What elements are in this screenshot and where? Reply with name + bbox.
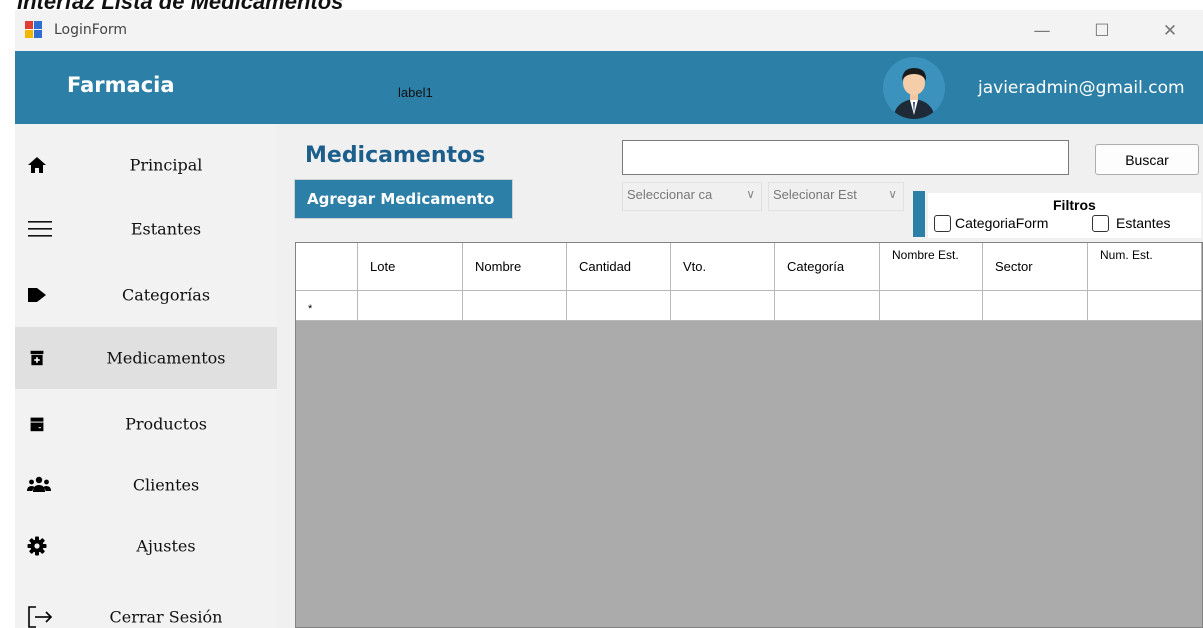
minimize-button[interactable]: — — [1019, 10, 1065, 51]
filters-panel: Filtros CategoriaForm Estantes — [928, 193, 1201, 238]
filters-title: Filtros — [1053, 197, 1096, 213]
category-select[interactable]: Seleccionar ca ∨ — [622, 182, 762, 211]
app-icon — [25, 21, 43, 39]
table-cell[interactable] — [671, 291, 775, 321]
sidebar-item-label: Categorías — [121, 285, 211, 305]
page-title: Medicamentos — [305, 143, 486, 168]
sidebar-item-medicamentos[interactable]: Medicamentos — [15, 327, 277, 389]
app-header: Farmacia label1 javieradmin@gmail.com — [15, 51, 1203, 124]
estantes-label: Estantes — [1116, 215, 1171, 231]
column-header[interactable]: Sector — [983, 243, 1088, 291]
sidebar-item-label: Clientes — [132, 475, 200, 495]
sidebar-item-label: Principal — [129, 155, 203, 175]
search-input[interactable] — [622, 140, 1069, 175]
table-cell[interactable] — [1088, 291, 1202, 321]
header-label: label1 — [398, 85, 433, 100]
user-avatar-icon — [893, 68, 935, 119]
table-cell[interactable] — [358, 291, 463, 321]
column-header[interactable]: Lote — [358, 243, 463, 291]
add-medicine-button[interactable]: Agregar Medicamento — [294, 179, 513, 219]
column-header[interactable]: Cantidad — [567, 243, 671, 291]
categoria-form-label: CategoriaForm — [955, 215, 1049, 231]
close-button[interactable]: ✕ — [1147, 10, 1193, 51]
search-button[interactable]: Buscar — [1095, 144, 1199, 175]
avatar — [883, 57, 945, 119]
sidebar-item-principal[interactable]: Principal — [15, 134, 277, 196]
chevron-down-icon: ∨ — [888, 187, 897, 201]
brand-title: Farmacia — [67, 73, 175, 97]
sidebar-item-label: Cerrar Sesión — [109, 607, 223, 627]
sidebar-item-label: Estantes — [130, 219, 202, 239]
new-row-marker: * — [296, 291, 358, 321]
app-window: LoginForm — ☐ ✕ Farmacia label1 javierad… — [15, 10, 1203, 628]
sidebar-item-label: Medicamentos — [106, 348, 226, 368]
table-header: Lote Nombre Cantidad Vto. Categoría Nomb… — [296, 243, 1202, 291]
sidebar-item-productos[interactable]: Productos — [15, 393, 277, 455]
sidebar-item-clientes[interactable]: Clientes — [15, 454, 277, 516]
filter-accent-bar — [913, 191, 925, 237]
sidebar-item-categorias[interactable]: Categorías — [15, 264, 277, 326]
row-header-corner — [296, 243, 358, 291]
shelf-select[interactable]: Selecionar Est ∨ — [768, 182, 904, 211]
chevron-down-icon: ∨ — [746, 187, 755, 201]
window-title: LoginForm — [54, 22, 128, 38]
column-header[interactable]: Num. Est. — [1088, 243, 1202, 291]
table-cell[interactable] — [880, 291, 983, 321]
sidebar: Principal Estantes Categorías Medicament… — [15, 124, 277, 628]
user-email[interactable]: javieradmin@gmail.com — [978, 78, 1185, 98]
sidebar-item-ajustes[interactable]: Ajustes — [15, 515, 277, 577]
table-cell[interactable] — [463, 291, 567, 321]
column-header[interactable]: Vto. — [671, 243, 775, 291]
maximize-button[interactable]: ☐ — [1079, 10, 1125, 51]
table-cell[interactable] — [983, 291, 1088, 321]
title-bar: LoginForm — ☐ ✕ — [15, 10, 1203, 51]
sidebar-item-cerrar-sesion[interactable]: Cerrar Sesión — [15, 586, 277, 628]
sidebar-item-label: Productos — [125, 414, 207, 434]
column-header[interactable]: Nombre Est. — [880, 243, 983, 291]
shelf-select-value: Selecionar Est — [773, 187, 857, 202]
estantes-checkbox[interactable] — [1092, 215, 1109, 232]
medicines-table[interactable]: Lote Nombre Cantidad Vto. Categoría Nomb… — [295, 242, 1203, 628]
column-header[interactable]: Categoría — [775, 243, 880, 291]
sidebar-item-label: Ajustes — [136, 536, 196, 556]
main-content: Medicamentos Agregar Medicamento Buscar … — [277, 124, 1203, 628]
column-header[interactable]: Nombre — [463, 243, 567, 291]
table-row[interactable]: * — [296, 291, 1202, 321]
sidebar-item-estantes[interactable]: Estantes — [15, 198, 277, 260]
table-cell[interactable] — [567, 291, 671, 321]
category-select-value: Seleccionar ca — [627, 187, 713, 202]
categoria-form-checkbox[interactable] — [934, 215, 951, 232]
table-cell[interactable] — [775, 291, 880, 321]
